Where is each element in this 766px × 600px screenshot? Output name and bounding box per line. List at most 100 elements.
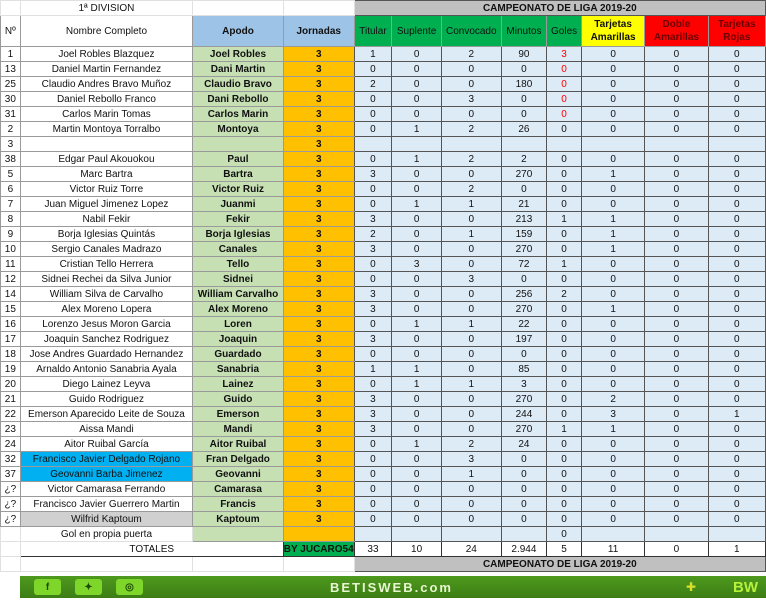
total-value: 33 (353, 541, 393, 557)
rojas-value: 0 (707, 61, 766, 77)
jornadas-value: 3 (282, 316, 355, 332)
player-nickname (192, 136, 284, 152)
goles-value: 0 (546, 451, 582, 467)
player-nickname: Emerson (192, 406, 284, 422)
jornadas-value: 3 (282, 436, 355, 452)
player-full-name: Joel Robles Blazquez (19, 46, 194, 62)
minutos-value: 0 (500, 106, 548, 122)
jornadas-value: 3 (282, 181, 355, 197)
suplente-value: 0 (391, 286, 442, 302)
player-number: 3 (0, 136, 21, 152)
jornadas-value: 3 (282, 361, 355, 377)
suplente-value: 0 (391, 511, 442, 527)
player-number: 1 (0, 46, 21, 62)
player-number: 10 (0, 241, 21, 257)
player-number: 15 (0, 301, 21, 317)
player-nickname: Dani Martin (192, 61, 284, 77)
empty-cell (353, 526, 393, 542)
convocado-value: 2 (440, 121, 502, 137)
convocado-value: 0 (440, 301, 502, 317)
titular-value: 0 (353, 451, 393, 467)
rojas-value: 0 (707, 346, 766, 362)
player-nickname: Canales (192, 241, 284, 257)
doble-value: 0 (644, 181, 709, 197)
player-number: 11 (0, 256, 21, 272)
suplente-value: 0 (391, 331, 442, 347)
titular-value: 3 (353, 166, 393, 182)
goles-value: 0 (546, 346, 582, 362)
amarillas-value: 0 (580, 496, 646, 512)
brand-logo: BETISWEB.com (330, 579, 453, 595)
division-label: 1ª DIVISION (19, 0, 194, 16)
player-number: 2 (0, 121, 21, 137)
rojas-value: 0 (707, 46, 766, 62)
goles-value: 0 (546, 151, 582, 167)
player-number: 37 (0, 466, 21, 482)
player-nickname: Camarasa (192, 481, 284, 497)
total-value: 1 (707, 541, 766, 557)
instagram-icon[interactable]: ◎ (116, 579, 143, 595)
empty-cell (580, 526, 646, 542)
doble-value: 0 (644, 391, 709, 407)
convocado-value: 1 (440, 226, 502, 242)
minutos-value: 72 (500, 256, 548, 272)
goles-value: 1 (546, 421, 582, 437)
rojas-value: 0 (707, 241, 766, 257)
player-number: 12 (0, 271, 21, 287)
player-nickname: Paul (192, 151, 284, 167)
rojas-value: 0 (707, 106, 766, 122)
goles-value: 0 (546, 301, 582, 317)
goles-value: 0 (546, 241, 582, 257)
player-full-name: Diego Lainez Leyva (19, 376, 194, 392)
minutos-value: 0 (500, 271, 548, 287)
goles-value: 3 (546, 46, 582, 62)
table-row: 12 Sidnei Rechei da Silva Junior Sidnei 3 0 0… (0, 271, 766, 287)
jornadas-value: 3 (282, 271, 355, 287)
table-row: 8 Nabil Fekir Fekir 3 3 0 0 213 1 1 0 0 (0, 211, 766, 227)
own-goal-label: Gol en propia puerta (19, 526, 194, 542)
rojas-value: 0 (707, 331, 766, 347)
goles-value: 0 (546, 361, 582, 377)
jornadas-value: 3 (282, 91, 355, 107)
facebook-icon[interactable]: f (34, 579, 61, 595)
convocado-value: 0 (440, 331, 502, 347)
player-nickname: Claudio Bravo (192, 76, 284, 92)
table-row: 1 Joel Robles Blazquez Joel Robles 3 1 0 2 90 3 0… (0, 46, 766, 62)
jornadas-value: 3 (282, 226, 355, 242)
suplente-value: 0 (391, 106, 442, 122)
suplente-value: 0 (391, 421, 442, 437)
suplente-value: 0 (391, 496, 442, 512)
player-full-name (19, 136, 194, 152)
player-number: 8 (0, 211, 21, 227)
empty-cell (0, 556, 21, 572)
amarillas-value: 1 (580, 211, 646, 227)
player-number: 24 (0, 436, 21, 452)
convocado-value: 0 (440, 61, 502, 77)
suplente-value: 0 (391, 406, 442, 422)
minutos-value: 0 (500, 511, 548, 527)
player-full-name: Lorenzo Jesus Moron Garcia (19, 316, 194, 332)
doble-value: 0 (644, 211, 709, 227)
jornadas-value: 3 (282, 496, 355, 512)
player-nickname: Montoya (192, 121, 284, 137)
player-number: 16 (0, 316, 21, 332)
col-apodo: Apodo (192, 15, 284, 47)
minutos-value: 0 (500, 481, 548, 497)
player-full-name: Edgar Paul Akouokou (19, 151, 194, 167)
minutos-value (500, 136, 548, 152)
player-full-name: Daniel Rebollo Franco (19, 91, 194, 107)
col-convocado: Convocado (440, 15, 502, 47)
suplente-value: 0 (391, 211, 442, 227)
twitter-icon[interactable]: ✦ (75, 579, 102, 595)
rojas-value: 0 (707, 151, 766, 167)
goles-value: 0 (546, 466, 582, 482)
suplente-value: 1 (391, 121, 442, 137)
minutos-value: 85 (500, 361, 548, 377)
rojas-value: 0 (707, 301, 766, 317)
player-full-name: Borja Iglesias Quintás (19, 226, 194, 242)
player-nickname: Bartra (192, 166, 284, 182)
player-number: 6 (0, 181, 21, 197)
table-row: 16 Lorenzo Jesus Moron Garcia Loren 3 0 1 1 22 0… (0, 316, 766, 332)
amarillas-value: 0 (580, 346, 646, 362)
player-nickname: Aitor Ruibal (192, 436, 284, 452)
